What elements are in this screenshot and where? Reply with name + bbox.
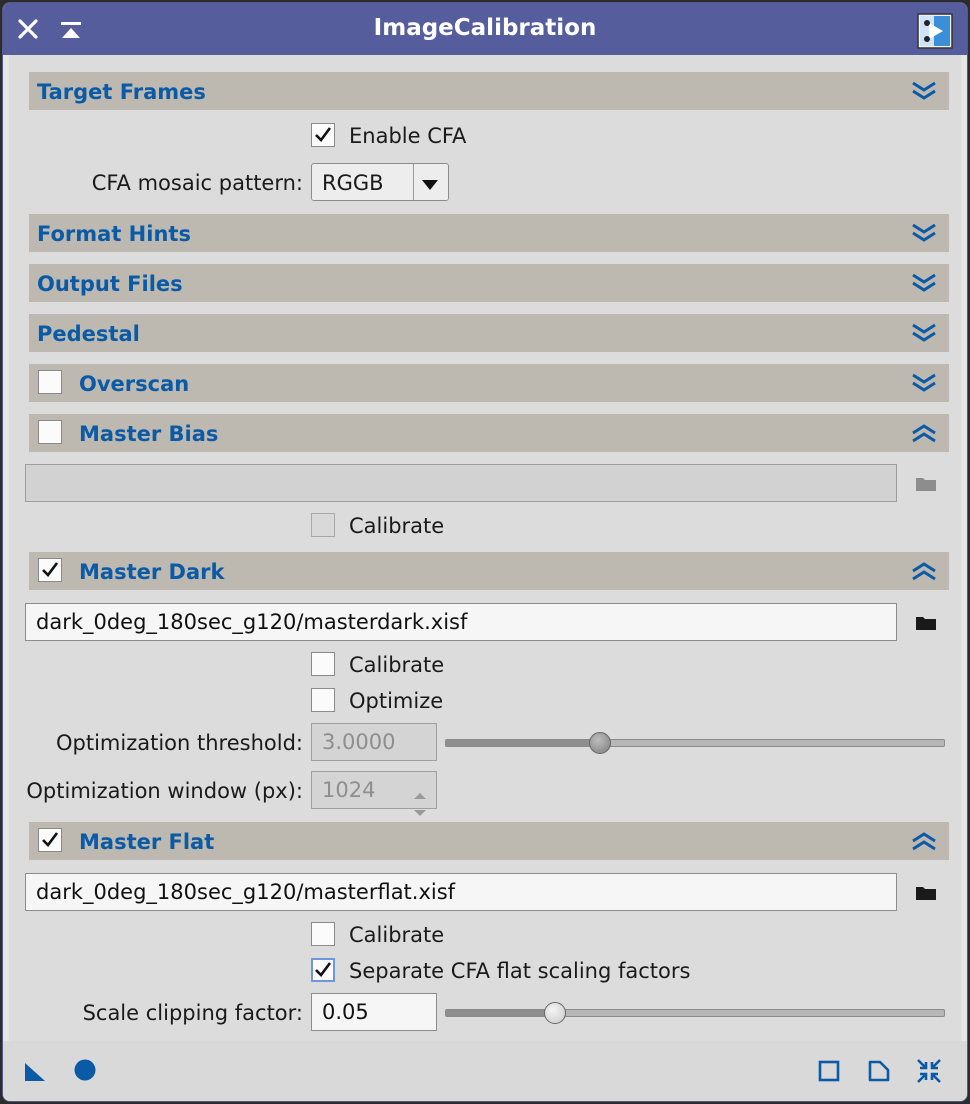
- enable-cfa-label: Enable CFA: [349, 124, 467, 148]
- slider-handle[interactable]: [589, 732, 611, 754]
- master-flat-path-field[interactable]: dark_0deg_180sec_g120/masterflat.xisf: [25, 873, 897, 911]
- master-flat-calibrate-checkbox[interactable]: [311, 922, 335, 946]
- section-master-flat[interactable]: Master Flat: [29, 822, 949, 860]
- section-master-bias[interactable]: Master Bias: [29, 414, 949, 452]
- process-icon[interactable]: [917, 13, 953, 53]
- master-dark-optimize-checkbox[interactable]: [311, 688, 335, 712]
- section-target-frames[interactable]: Target Frames: [29, 72, 949, 110]
- master-bias-calibrate-checkbox[interactable]: [311, 513, 335, 537]
- master-dark-calibrate-label: Calibrate: [349, 653, 445, 677]
- optimization-window-spinbox[interactable]: 1024: [311, 771, 437, 816]
- optimization-threshold-input[interactable]: 3.0000: [311, 723, 437, 761]
- master-bias-calibrate-label: Calibrate: [349, 514, 445, 538]
- reset-icon[interactable]: [867, 1059, 891, 1087]
- section-pedestal[interactable]: Pedestal: [29, 314, 949, 352]
- cfa-pattern-label: CFA mosaic pattern:: [91, 171, 303, 195]
- collapse-icon[interactable]: [911, 830, 937, 856]
- optimization-window-value: 1024: [322, 778, 376, 802]
- scale-clipping-label: Scale clipping factor:: [82, 1001, 303, 1025]
- master-dark-calibrate-checkbox[interactable]: [311, 652, 335, 676]
- section-master-dark[interactable]: Master Dark: [29, 552, 949, 590]
- chevron-down-icon: [421, 176, 439, 195]
- expand-icon[interactable]: [911, 372, 937, 398]
- master-dark-path-field[interactable]: dark_0deg_180sec_g120/masterdark.xisf: [25, 603, 897, 641]
- new-instance-icon[interactable]: [23, 1059, 49, 1087]
- image-calibration-window: ImageCalibration Target Frames Enable CF…: [2, 2, 968, 1102]
- cfa-pattern-select[interactable]: RGGB: [311, 163, 449, 201]
- section-format-hints[interactable]: Format Hints: [29, 214, 949, 252]
- section-title: Target Frames: [37, 80, 206, 104]
- section-title: Overscan: [79, 372, 190, 396]
- master-flat-checkbox[interactable]: [38, 828, 62, 852]
- master-dark-optimize-label: Optimize: [349, 689, 444, 713]
- collapse-icon[interactable]: [911, 560, 937, 586]
- enable-cfa-checkbox[interactable]: [311, 123, 335, 147]
- separate-cfa-checkbox[interactable]: [311, 958, 335, 982]
- section-title: Format Hints: [37, 222, 191, 246]
- optimization-threshold-label: Optimization threshold:: [56, 731, 303, 755]
- window-title: ImageCalibration: [373, 15, 597, 41]
- section-title: Master Flat: [79, 830, 215, 854]
- slider-handle[interactable]: [544, 1002, 566, 1024]
- footer-toolbar: [3, 1041, 967, 1101]
- preview-icon[interactable]: [817, 1059, 841, 1087]
- master-dark-checkbox[interactable]: [38, 558, 62, 582]
- slider-fill: [446, 1010, 556, 1016]
- expand-icon[interactable]: [911, 322, 937, 348]
- title-bar: ImageCalibration: [3, 3, 967, 55]
- scale-clipping-input[interactable]: 0.05: [311, 993, 437, 1031]
- scale-clipping-slider[interactable]: [445, 1009, 945, 1017]
- section-output-files[interactable]: Output Files: [29, 264, 949, 302]
- collapse-icon[interactable]: [911, 422, 937, 448]
- optimization-threshold-slider[interactable]: [445, 739, 945, 747]
- section-title: Master Dark: [79, 560, 225, 584]
- separate-cfa-label: Separate CFA flat scaling factors: [349, 959, 691, 983]
- slider-fill: [446, 740, 601, 746]
- track-view-icon[interactable]: [915, 1057, 943, 1089]
- master-flat-calibrate-label: Calibrate: [349, 923, 445, 947]
- overscan-checkbox[interactable]: [38, 370, 62, 394]
- expand-icon[interactable]: [911, 80, 937, 106]
- folder-icon[interactable]: [915, 885, 937, 905]
- optimization-window-label: Optimization window (px):: [26, 779, 303, 803]
- folder-icon[interactable]: [915, 615, 937, 635]
- apply-global-icon[interactable]: [73, 1058, 97, 1086]
- section-title: Output Files: [37, 272, 183, 296]
- master-bias-checkbox[interactable]: [38, 420, 62, 444]
- section-title: Master Bias: [79, 422, 219, 446]
- master-bias-path-field[interactable]: [25, 464, 897, 502]
- section-overscan[interactable]: Overscan: [29, 364, 949, 402]
- expand-icon[interactable]: [911, 272, 937, 298]
- cfa-pattern-value: RGGB: [322, 171, 384, 195]
- expand-icon[interactable]: [911, 222, 937, 248]
- panel-content: Target Frames Enable CFA CFA mosaic patt…: [9, 55, 961, 1043]
- folder-icon[interactable]: [915, 476, 937, 496]
- section-title: Pedestal: [37, 322, 140, 346]
